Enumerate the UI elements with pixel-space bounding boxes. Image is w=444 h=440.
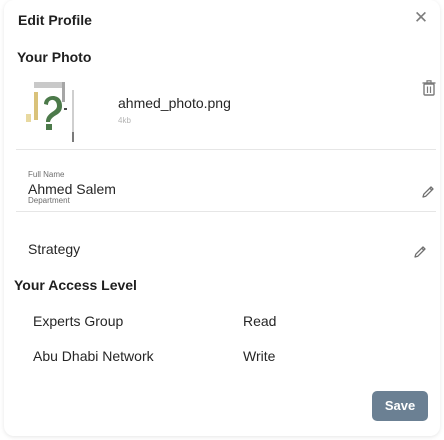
- photo-section-title: Your Photo: [17, 49, 92, 65]
- department-value: Strategy: [28, 241, 81, 257]
- photo-thumbnail: [16, 78, 102, 148]
- edit-profile-dialog: Edit Profile ✕ Your Photo ahmed_photo.pn…: [4, 0, 440, 436]
- dialog-title: Edit Profile: [18, 12, 92, 28]
- access-level: Write: [243, 348, 276, 364]
- photo-filesize: 4kb: [118, 116, 131, 125]
- close-icon[interactable]: ✕: [412, 9, 430, 27]
- access-row: Abu Dhabi Network Write: [14, 340, 434, 370]
- access-section-title: Your Access Level: [14, 277, 137, 293]
- department-label: Department: [28, 196, 70, 205]
- access-group-name: Abu Dhabi Network: [33, 348, 154, 364]
- access-level: Read: [243, 313, 277, 329]
- pencil-icon[interactable]: [412, 244, 428, 260]
- trash-icon[interactable]: [422, 80, 436, 96]
- full-name-label: Full Name: [28, 170, 65, 179]
- photo-filename: ahmed_photo.png: [118, 95, 231, 111]
- access-row: Experts Group Read: [14, 305, 434, 335]
- save-button[interactable]: Save: [372, 391, 428, 421]
- access-group-name: Experts Group: [33, 313, 124, 329]
- photo-row: ahmed_photo.png 4kb: [16, 72, 436, 150]
